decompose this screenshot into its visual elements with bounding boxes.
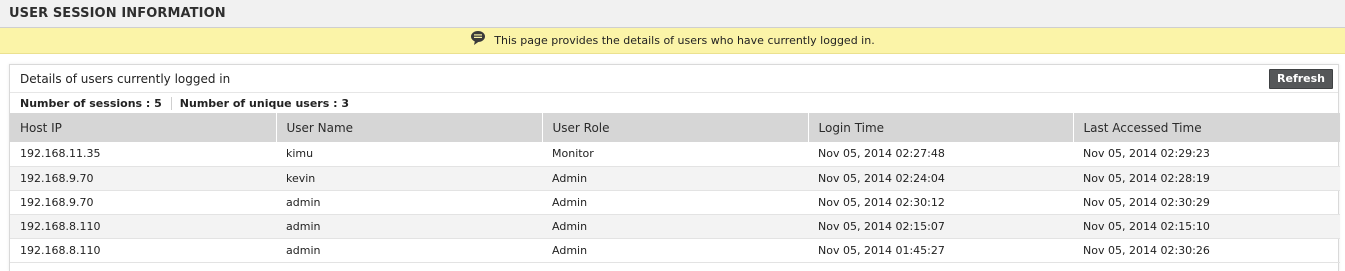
cell-user-name: admin bbox=[276, 238, 542, 263]
unique-users-count: Number of unique users : 3 bbox=[179, 96, 349, 110]
cell-user-role: Monitor bbox=[542, 142, 808, 167]
info-message: This page provides the details of users … bbox=[494, 34, 875, 47]
stats-divider bbox=[170, 96, 172, 110]
session-stats: Number of sessions : 5 Number of unique … bbox=[10, 93, 1338, 113]
cell-host-ip: 192.168.9.70 bbox=[10, 166, 276, 191]
sessions-count: Number of sessions : 5 bbox=[20, 96, 162, 110]
cell-user-name: admin bbox=[276, 190, 542, 215]
column-header-last-accessed-time[interactable]: Last Accessed Time bbox=[1073, 113, 1340, 142]
cell-host-ip: 192.168.8.110 bbox=[10, 214, 276, 239]
cell-host-ip: 192.168.8.110 bbox=[10, 238, 276, 263]
table-row: 192.168.8.110 admin Admin Nov 05, 2014 0… bbox=[10, 238, 1340, 263]
cell-host-ip: 192.168.11.35 bbox=[10, 142, 276, 167]
cell-user-name: kimu bbox=[276, 142, 542, 167]
cell-user-name: admin bbox=[276, 214, 542, 239]
page-title: USER SESSION INFORMATION bbox=[9, 6, 226, 21]
refresh-button[interactable]: Refresh bbox=[1269, 68, 1333, 89]
cell-last-accessed-time: Nov 05, 2014 02:30:29 bbox=[1073, 190, 1340, 215]
panel-title: Details of users currently logged in bbox=[20, 71, 231, 86]
column-header-user-name[interactable]: User Name bbox=[276, 113, 543, 142]
cell-last-accessed-time: Nov 05, 2014 02:15:10 bbox=[1073, 214, 1340, 239]
column-header-user-role[interactable]: User Role bbox=[542, 113, 809, 142]
column-header-host-ip[interactable]: Host IP bbox=[10, 113, 277, 142]
cell-user-role: Admin bbox=[542, 190, 808, 215]
info-bar: This page provides the details of users … bbox=[0, 28, 1345, 54]
table-header-row: Host IP User Name User Role Login Time L… bbox=[10, 113, 1340, 142]
table-row: 192.168.8.110 admin Admin Nov 05, 2014 0… bbox=[10, 214, 1340, 239]
page-header: USER SESSION INFORMATION bbox=[0, 0, 1345, 28]
table-row: 192.168.9.70 admin Admin Nov 05, 2014 02… bbox=[10, 190, 1340, 215]
cell-login-time: Nov 05, 2014 02:24:04 bbox=[808, 166, 1073, 191]
table-row: 192.168.9.70 kevin Admin Nov 05, 2014 02… bbox=[10, 166, 1340, 191]
column-header-login-time[interactable]: Login Time bbox=[808, 113, 1074, 142]
cell-last-accessed-time: Nov 05, 2014 02:29:23 bbox=[1073, 142, 1340, 167]
cell-host-ip: 192.168.9.70 bbox=[10, 190, 276, 215]
cell-last-accessed-time: Nov 05, 2014 02:28:19 bbox=[1073, 166, 1340, 191]
cell-user-role: Admin bbox=[542, 238, 808, 263]
sessions-panel: Details of users currently logged in Ref… bbox=[9, 64, 1340, 271]
speech-bubble-icon bbox=[470, 30, 486, 46]
cell-user-name: kevin bbox=[276, 166, 542, 191]
cell-last-accessed-time: Nov 05, 2014 02:30:26 bbox=[1073, 238, 1340, 263]
cell-user-role: Admin bbox=[542, 214, 808, 239]
table-row: 192.168.11.35 kimu Monitor Nov 05, 2014 … bbox=[10, 142, 1340, 167]
cell-login-time: Nov 05, 2014 01:45:27 bbox=[808, 238, 1073, 263]
cell-login-time: Nov 05, 2014 02:30:12 bbox=[808, 190, 1073, 215]
sessions-table: Host IP User Name User Role Login Time L… bbox=[10, 113, 1340, 263]
cell-login-time: Nov 05, 2014 02:15:07 bbox=[808, 214, 1073, 239]
cell-login-time: Nov 05, 2014 02:27:48 bbox=[808, 142, 1073, 167]
cell-user-role: Admin bbox=[542, 166, 808, 191]
panel-title-bar: Details of users currently logged in Ref… bbox=[10, 65, 1338, 93]
